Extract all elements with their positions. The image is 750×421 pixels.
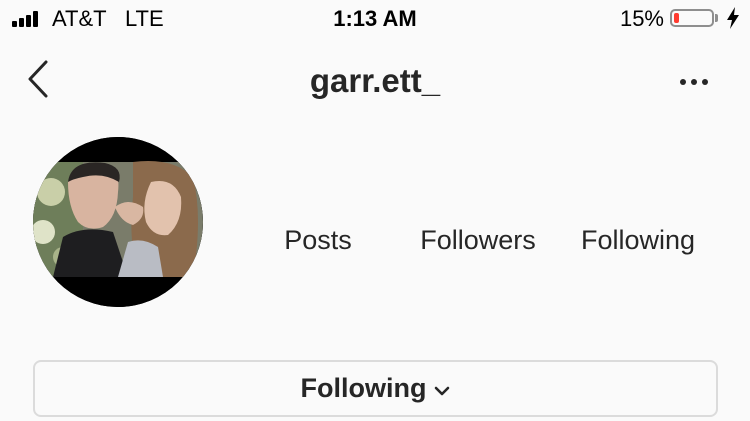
chevron-down-icon <box>435 386 450 395</box>
avatar[interactable] <box>33 137 203 307</box>
following-stat[interactable]: Following <box>581 225 695 256</box>
battery-icon <box>670 9 714 27</box>
profile-screen: AT&T LTE 1:13 AM 15% garr.ett_ Posts Fol… <box>0 0 750 421</box>
profile-username: garr.ett_ <box>309 62 441 99</box>
profile-photo <box>33 137 203 307</box>
back-button[interactable] <box>22 58 54 100</box>
charging-bolt-icon <box>727 7 739 29</box>
posts-stat[interactable]: Posts <box>284 225 352 256</box>
battery-cap <box>715 14 718 22</box>
following-button[interactable]: Following <box>33 360 718 417</box>
followers-stat[interactable]: Followers <box>420 225 536 256</box>
following-button-label: Following <box>300 373 427 403</box>
battery-percentage: 15% <box>619 6 664 31</box>
chevron-left-icon <box>28 60 48 98</box>
battery-level <box>674 13 679 23</box>
more-options-button[interactable] <box>674 70 714 94</box>
status-bar: AT&T LTE 1:13 AM 15% <box>0 0 750 38</box>
